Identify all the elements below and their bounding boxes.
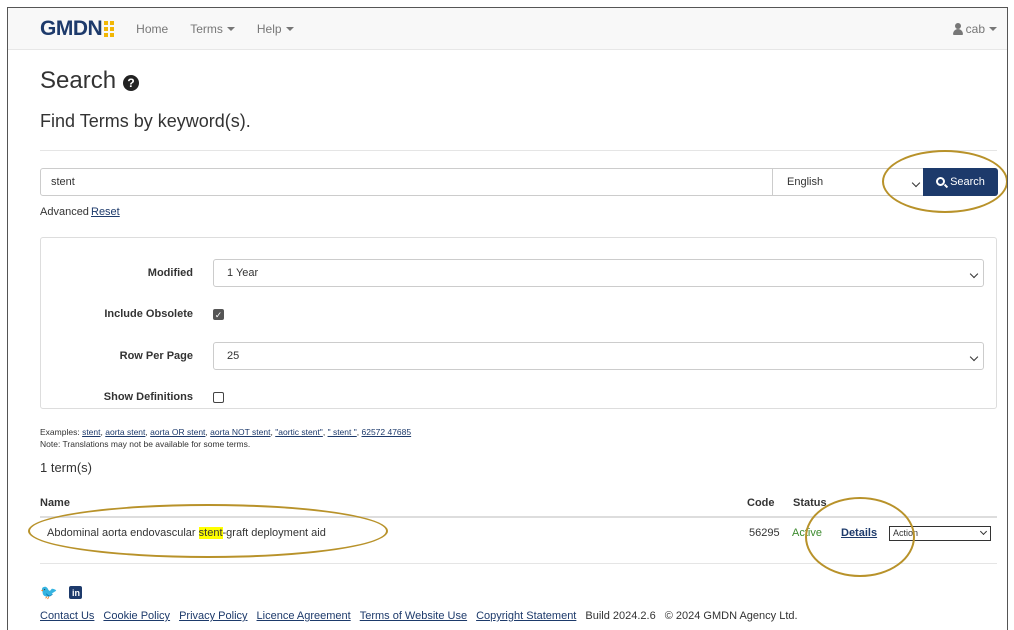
example-link[interactable]: aorta NOT stent xyxy=(210,427,270,437)
chevron-down-icon xyxy=(969,269,979,279)
modified-label: Modified xyxy=(147,267,193,279)
copyright-text: © 2024 GMDN Agency Ltd. xyxy=(664,610,798,622)
examples-line: Examples: stent, aorta stent, aorta OR s… xyxy=(40,427,412,437)
divider xyxy=(40,150,997,151)
column-header-code: Code xyxy=(747,497,775,509)
user-menu[interactable]: cab xyxy=(952,22,997,36)
nav-help-label: Help xyxy=(256,21,282,36)
example-link[interactable]: 62572 47685 xyxy=(361,427,411,437)
brand-mark-icon xyxy=(104,20,115,37)
social-links: 🐦 in xyxy=(40,584,83,601)
nav-help-dropdown[interactable]: Help xyxy=(257,22,294,36)
caret-down-icon xyxy=(989,27,997,31)
caret-down-icon xyxy=(285,26,294,31)
reset-link[interactable]: Reset xyxy=(91,206,120,218)
advanced-label: Advanced xyxy=(40,206,89,218)
footer-link-terms[interactable]: Terms of Website Use xyxy=(360,610,467,622)
question-circle-icon[interactable]: ? xyxy=(123,74,140,91)
user-name: cab xyxy=(965,22,985,36)
example-link[interactable]: aorta stent xyxy=(105,427,145,437)
column-header-name: Name xyxy=(40,497,70,509)
footer-link-copyright[interactable]: Copyright Statement xyxy=(476,610,576,622)
example-link[interactable]: " stent " xyxy=(328,427,357,437)
nav-terms-dropdown[interactable]: Terms xyxy=(190,22,235,36)
annotation-ellipse-details xyxy=(805,497,915,577)
browser-frame: GMDN Home Terms Help cab Search ? Find T… xyxy=(7,7,1008,630)
footer: Contact Us Cookie Policy Privacy Policy Lic… xyxy=(40,610,807,622)
nav-terms-label: Terms xyxy=(190,21,223,36)
footer-link-contact[interactable]: Contact Us xyxy=(40,610,94,622)
modified-select[interactable]: 1 Year xyxy=(213,259,984,287)
language-value: English xyxy=(787,176,824,188)
twitter-icon[interactable]: 🐦 xyxy=(40,584,57,601)
linkedin-icon[interactable]: in xyxy=(69,586,83,599)
footer-link-licence[interactable]: Licence Agreement xyxy=(257,610,351,622)
filter-panel: Modified 1 Year Include Obsolete ✓ Row P… xyxy=(40,237,997,409)
footer-link-cookie[interactable]: Cookie Policy xyxy=(103,610,170,622)
show-definitions-label: Show Definitions xyxy=(103,391,193,403)
annotation-ellipse-search xyxy=(882,150,1007,213)
rows-per-page-select[interactable]: 25 xyxy=(213,342,984,370)
examples-prefix: Examples: xyxy=(40,427,80,437)
term-code: 56295 xyxy=(749,527,780,539)
user-icon xyxy=(952,23,963,35)
brand-logo[interactable]: GMDN xyxy=(40,16,115,41)
footer-link-privacy[interactable]: Privacy Policy xyxy=(179,610,247,622)
build-version: Build 2024.2.6 xyxy=(585,610,656,622)
navbar: GMDN Home Terms Help cab xyxy=(8,8,1007,50)
translation-note: Note: Translations may not be available … xyxy=(40,439,251,449)
page-title-text: Search xyxy=(40,67,117,94)
example-link[interactable]: stent xyxy=(82,427,100,437)
caret-down-icon xyxy=(226,26,235,31)
search-input[interactable]: stent xyxy=(40,168,774,196)
example-link[interactable]: aorta OR stent xyxy=(150,427,205,437)
nav-home-label: Home xyxy=(136,21,169,36)
result-count: 1 term(s) xyxy=(40,460,92,475)
include-obsolete-label: Include Obsolete xyxy=(104,308,193,320)
example-link[interactable]: "aortic stent" xyxy=(275,427,323,437)
rows-per-page-label: Row Per Page xyxy=(119,350,193,362)
brand-text: GMDN xyxy=(40,16,103,40)
chevron-down-icon xyxy=(969,352,979,362)
modified-value: 1 Year xyxy=(227,267,259,279)
page-title: Search ? xyxy=(40,67,140,95)
include-obsolete-checkbox[interactable]: ✓ xyxy=(213,309,224,320)
show-definitions-checkbox[interactable] xyxy=(213,392,224,403)
annotation-ellipse-result xyxy=(28,504,388,558)
page-subtitle: Find Terms by keyword(s). xyxy=(40,111,251,131)
chevron-down-icon xyxy=(979,527,988,536)
nav-home-link[interactable]: Home xyxy=(136,22,168,36)
rows-per-page-value: 25 xyxy=(227,350,240,362)
